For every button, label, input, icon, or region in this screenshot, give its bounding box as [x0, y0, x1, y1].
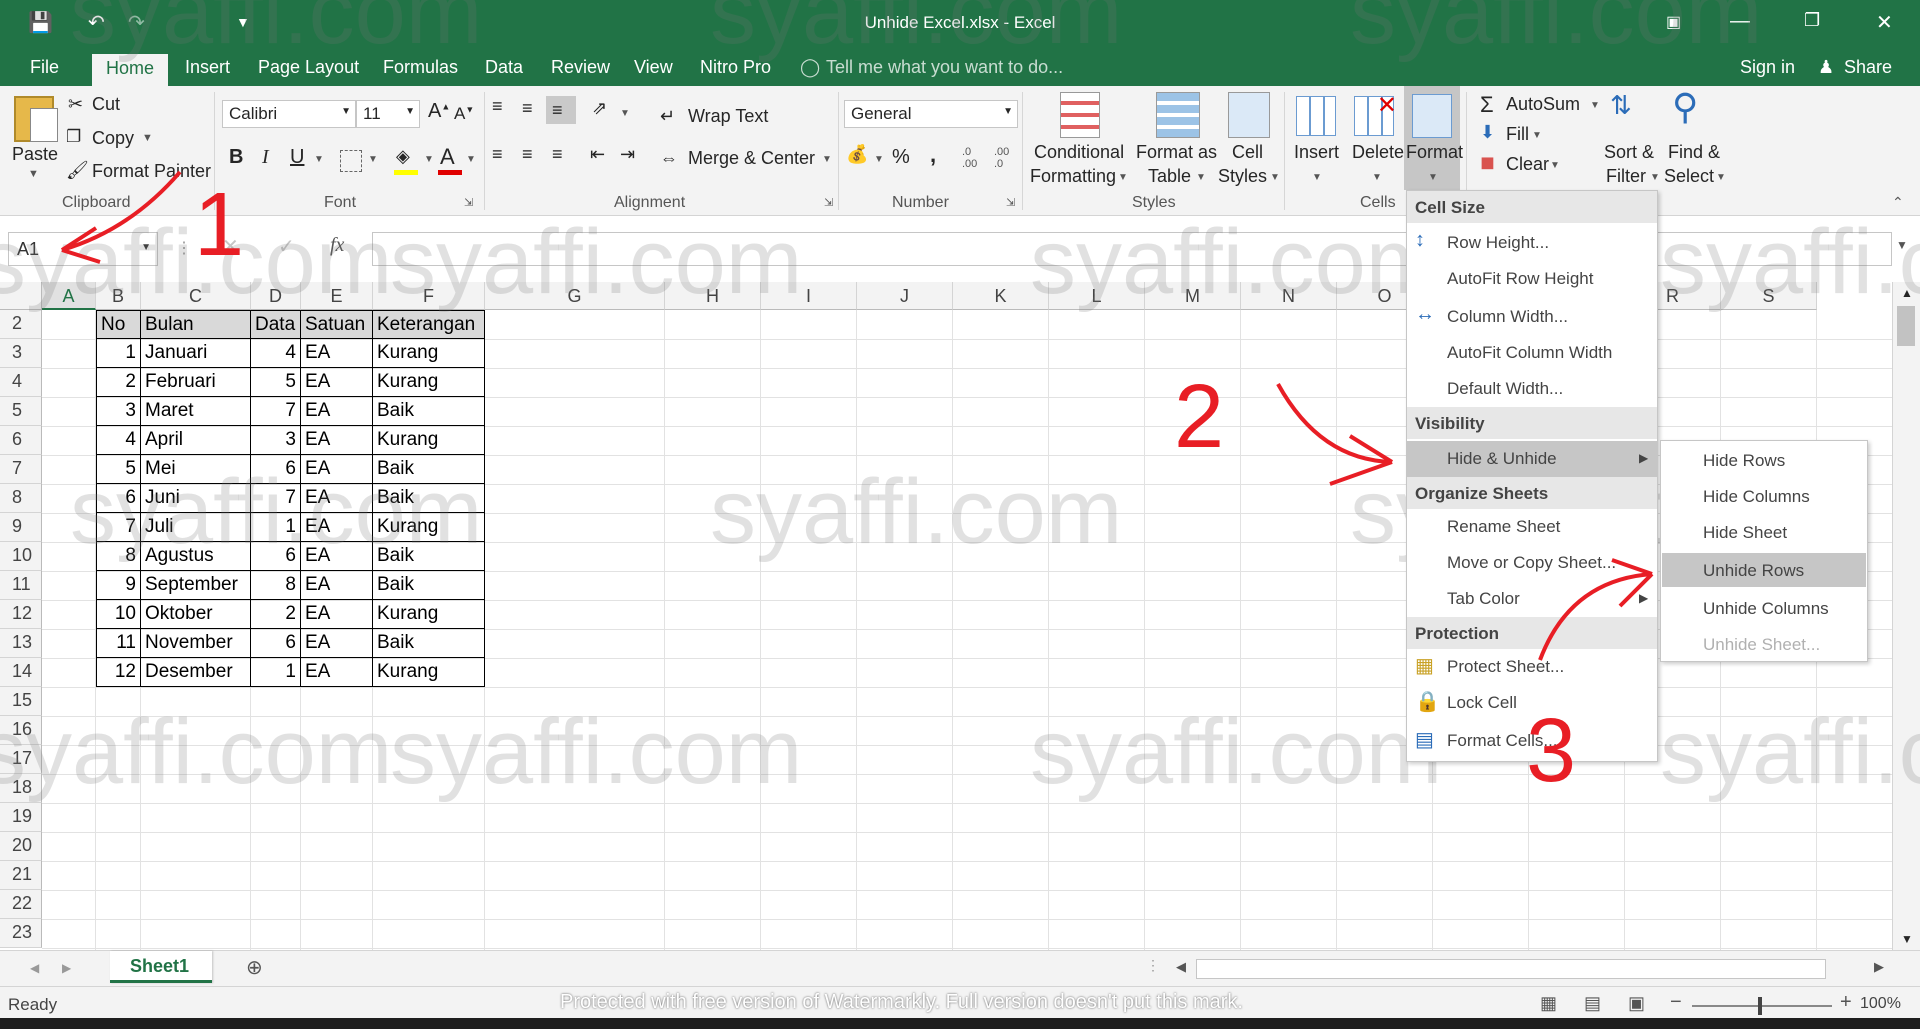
normal-view-icon[interactable]: ▦ [1540, 993, 1557, 1014]
sheet-tab[interactable]: Sheet1 [110, 951, 212, 983]
page-layout-view-icon[interactable]: ▤ [1584, 993, 1601, 1014]
splitter-icon[interactable]: ⋮ [1146, 957, 1160, 974]
arrow-head-icon [1611, 558, 1654, 608]
add-sheet-icon[interactable]: ⊕ [246, 955, 263, 980]
status-ready: Ready [8, 995, 58, 1014]
next-sheet-icon[interactable]: ▶ [62, 961, 71, 975]
horizontal-scroll-thumb[interactable] [1196, 959, 1826, 979]
sheet-tabs-bar: ◀ ▶ Sheet1 ⊕ ⋮ ◀ ▶ [0, 950, 1920, 986]
annotation-number-3: 3 [1526, 701, 1577, 801]
zoom-slider[interactable] [1692, 1005, 1832, 1007]
zoom-level[interactable]: 100% [1860, 995, 1901, 1013]
zoom-out-icon[interactable]: − [1670, 991, 1682, 1014]
sheet-tab-label: Sheet1 [130, 956, 190, 976]
watermark-banner: Protected with free version of Watermark… [560, 991, 1243, 1013]
annotation-overlay [60, 170, 1654, 661]
annotation-number-1: 1 [194, 175, 245, 275]
zoom-slider-thumb[interactable] [1758, 997, 1762, 1015]
taskbar-strip [0, 1018, 1920, 1029]
prev-sheet-icon[interactable]: ◀ [30, 961, 39, 975]
annotation-arrow-3 [1538, 572, 1653, 661]
scroll-right-icon[interactable]: ▶ [1874, 959, 1884, 975]
annotation-number-2: 2 [1174, 367, 1225, 467]
page-break-view-icon[interactable]: ▣ [1628, 993, 1645, 1014]
scroll-left-icon[interactable]: ◀ [1176, 959, 1186, 975]
zoom-in-icon[interactable]: + [1840, 991, 1852, 1014]
